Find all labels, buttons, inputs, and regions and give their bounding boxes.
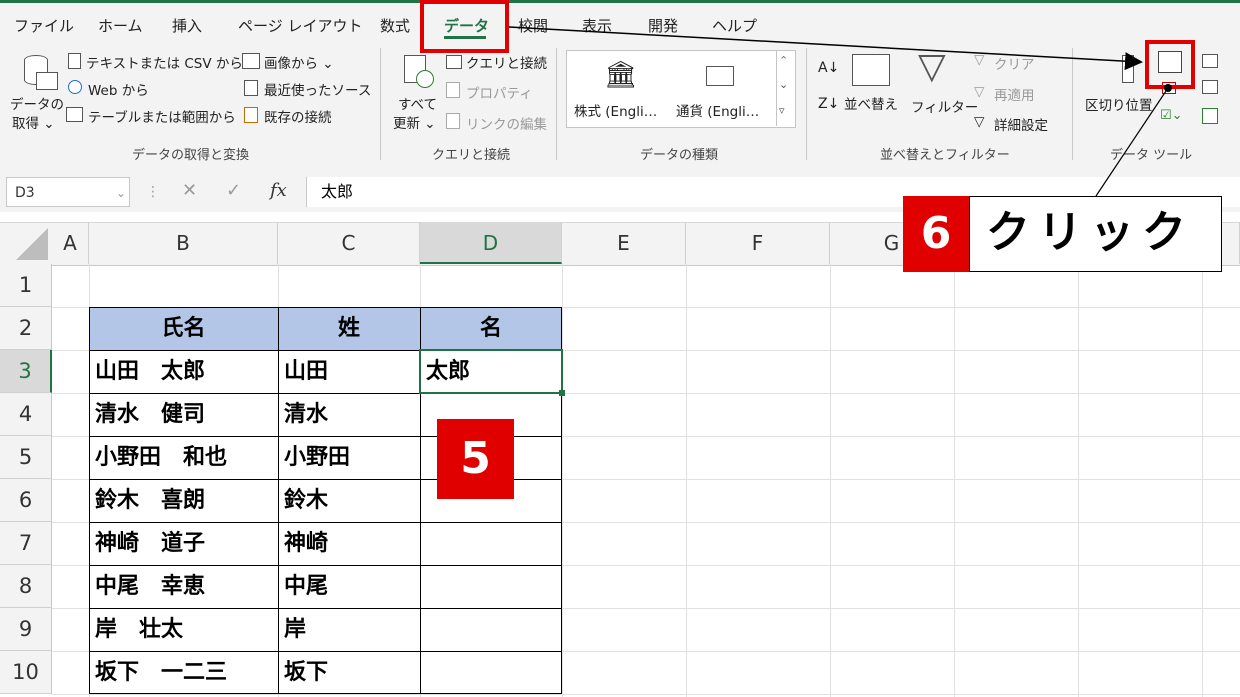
step-5-badge: 5 — [437, 419, 514, 499]
click-instruction-label: クリック — [969, 196, 1222, 272]
annotation-arrows — [508, 26, 1172, 197]
step-6-badge: 6 — [903, 196, 969, 272]
